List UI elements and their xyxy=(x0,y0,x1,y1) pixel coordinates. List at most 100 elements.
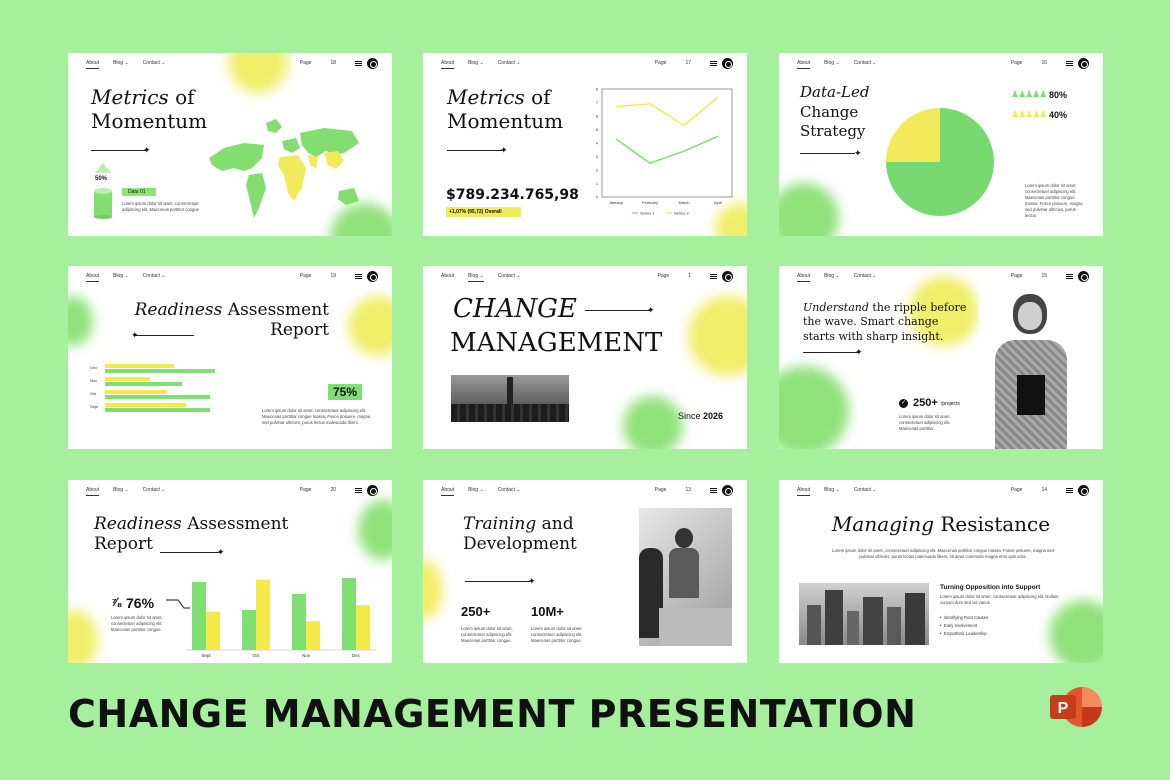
nav-contact[interactable]: Contact ⌄ xyxy=(498,273,521,279)
bullet-item: • Identifying Root Causes xyxy=(940,615,989,620)
page-label: Page xyxy=(654,487,667,493)
nav-blog[interactable]: Blog ⌄ xyxy=(468,487,484,493)
slide-title: Metrics of Momentum xyxy=(91,85,208,133)
brand-logo-icon xyxy=(722,270,733,282)
bullet-list: • Identifying Root Causes • Early Involv… xyxy=(940,614,988,638)
x-tick-label: Nov xyxy=(302,653,311,658)
menu-icon[interactable] xyxy=(1066,60,1073,66)
slide-thumbnail-9[interactable]: About Blog ⌄ Contact ⌄ Page 14 Managing R… xyxy=(779,480,1103,663)
nav-about[interactable]: About xyxy=(86,60,100,69)
nav-about[interactable]: About xyxy=(441,487,455,496)
nav-about[interactable]: About xyxy=(86,273,100,282)
menu-icon[interactable] xyxy=(1066,273,1073,279)
nav-contact[interactable]: Contact ⌄ xyxy=(854,60,877,66)
brand-logo-icon xyxy=(367,484,378,496)
nav-blog[interactable]: Blog ⌄ xyxy=(113,273,129,279)
page-label: Page xyxy=(1010,60,1023,66)
legend-label: Series 1 xyxy=(640,211,655,216)
nav-blog[interactable]: Blog ⌄ xyxy=(113,60,129,66)
column xyxy=(356,605,370,650)
menu-icon[interactable] xyxy=(355,487,362,493)
slide-nav: About Blog ⌄ Contact ⌄ Page 19 xyxy=(86,270,378,282)
page-label: Page xyxy=(299,273,312,279)
legend-label: Series 2 xyxy=(674,211,689,216)
people-icons-2: ♟♟♟♟♟ xyxy=(1011,109,1047,119)
brand-logo-icon xyxy=(1078,57,1089,69)
series-line xyxy=(615,135,719,165)
nav-about[interactable]: About xyxy=(441,273,454,279)
page-number: 17 xyxy=(685,60,691,66)
slide-thumbnail-7[interactable]: About Blog ⌄ Contact ⌄ Page 20 Readiness … xyxy=(68,480,392,663)
x-tick-label: Dec xyxy=(352,653,361,658)
nav-blog[interactable]: Blog ⌄ xyxy=(824,60,840,66)
nav-contact[interactable]: Contact ⌄ xyxy=(143,60,166,66)
column-chart: Sept Oct Nov Dec xyxy=(186,578,376,658)
slide-thumbnail-1[interactable]: About Blog ⌄ Contact ⌄ Page 18 Metrics of… xyxy=(68,53,392,236)
slide-thumbnail-2[interactable]: About Blog ⌄ Contact ⌄ Page 17 Metrics of… xyxy=(423,53,747,236)
body-text-1: Lorem ipsum dolor sit amet, consectetuer… xyxy=(461,626,513,644)
training-session-photo xyxy=(639,508,732,646)
bar-category-label: Dec xyxy=(90,365,98,370)
nav-contact[interactable]: Contact ⌄ xyxy=(854,273,877,279)
sparkle-icon: ✦ xyxy=(855,347,863,357)
pie-chart xyxy=(886,108,994,216)
y-tick-label: 6 xyxy=(596,114,599,119)
divider xyxy=(803,352,858,353)
page-number: 1 xyxy=(688,273,691,279)
x-tick-label: March xyxy=(678,200,689,205)
slide-nav: About Blog ⌄ Contact ⌄ Page 16 xyxy=(797,57,1089,69)
nav-contact[interactable]: Contact ⌄ xyxy=(498,487,521,493)
slide-thumbnail-4[interactable]: About Blog ⌄ Contact ⌄ Page 19 Readiness … xyxy=(68,266,392,449)
slide-nav: About Blog ⌄ Contact ⌄ Page 14 xyxy=(797,484,1089,496)
nav-about[interactable]: About xyxy=(797,60,811,69)
bar-category-label: Sept xyxy=(90,404,99,409)
stat-2: 40% xyxy=(1049,110,1068,120)
stat-value: 250+ xyxy=(913,397,938,409)
nav-contact[interactable]: Contact ⌄ xyxy=(854,487,877,493)
menu-icon[interactable] xyxy=(710,60,717,66)
series-line xyxy=(615,96,719,127)
nav-about[interactable]: About xyxy=(441,60,455,69)
brand-logo-icon xyxy=(722,57,733,69)
bar-category-label: Oct xyxy=(90,391,97,396)
page-number: 14 xyxy=(1041,487,1047,493)
nav-about[interactable]: About xyxy=(797,487,811,496)
page-number: 13 xyxy=(685,487,691,493)
menu-icon[interactable] xyxy=(355,273,362,279)
nav-blog[interactable]: Blog ⌄ xyxy=(468,60,484,66)
body-text-2: Lorem ipsum dolor sit amet, consectetuer… xyxy=(531,626,583,644)
page-number: 15 xyxy=(1041,273,1047,279)
sparkle-icon: ✦ xyxy=(143,145,151,155)
nav-contact[interactable]: Contact ⌄ xyxy=(143,487,166,493)
menu-icon[interactable] xyxy=(710,487,717,493)
menu-icon[interactable] xyxy=(355,60,362,66)
intro-text: Lorem ipsum dolor sit amet, consectetuer… xyxy=(832,548,1054,560)
y-tick-label: 8 xyxy=(596,87,599,92)
slide-nav: About Blog ⌄ Contact ⌄ Page 20 xyxy=(86,484,378,496)
nav-contact[interactable]: Contact ⌄ xyxy=(143,273,166,279)
nav-contact[interactable]: Contact ⌄ xyxy=(498,60,521,66)
nav-blog[interactable]: Blog ⌄ xyxy=(113,487,129,493)
x-tick-label: February xyxy=(642,200,658,205)
x-tick-label: January xyxy=(609,200,623,205)
menu-icon[interactable] xyxy=(1066,487,1073,493)
nav-about[interactable]: About xyxy=(86,487,100,496)
slide-thumbnail-3[interactable]: About Blog ⌄ Contact ⌄ Page 16 Data-Led Ch… xyxy=(779,53,1103,236)
bullet-item: • Early Involvement xyxy=(940,622,978,628)
stat-1: 250+ xyxy=(461,604,491,619)
body-text: Lorem ipsum dolor sit amet, consectetuer… xyxy=(122,201,200,213)
page-label: Page xyxy=(299,487,312,493)
nav-blog[interactable]: Blog ⌄ xyxy=(824,487,840,493)
subsection-title: Turning Opposition into Support xyxy=(940,584,1041,591)
slide-nav: About Blog ⌄ Contact ⌄ Page 17 xyxy=(441,57,733,69)
nav-blog[interactable]: Blog ⌄ xyxy=(468,273,484,282)
nav-about[interactable]: About xyxy=(797,273,811,282)
menu-icon[interactable] xyxy=(710,273,717,279)
slide-thumbnail-5[interactable]: About Blog ⌄ Contact ⌄ Page 1 CHANGE ✦ MA… xyxy=(423,266,747,449)
nav-blog[interactable]: Blog ⌄ xyxy=(824,273,840,279)
bar xyxy=(105,364,174,368)
brand-logo-icon xyxy=(722,484,733,496)
bar-category-label: Nov xyxy=(90,378,98,383)
slide-thumbnail-6[interactable]: About Blog ⌄ Contact ⌄ Page 15 Understand… xyxy=(779,266,1103,449)
slide-thumbnail-8[interactable]: About Blog ⌄ Contact ⌄ Page 13 Training a… xyxy=(423,480,747,663)
